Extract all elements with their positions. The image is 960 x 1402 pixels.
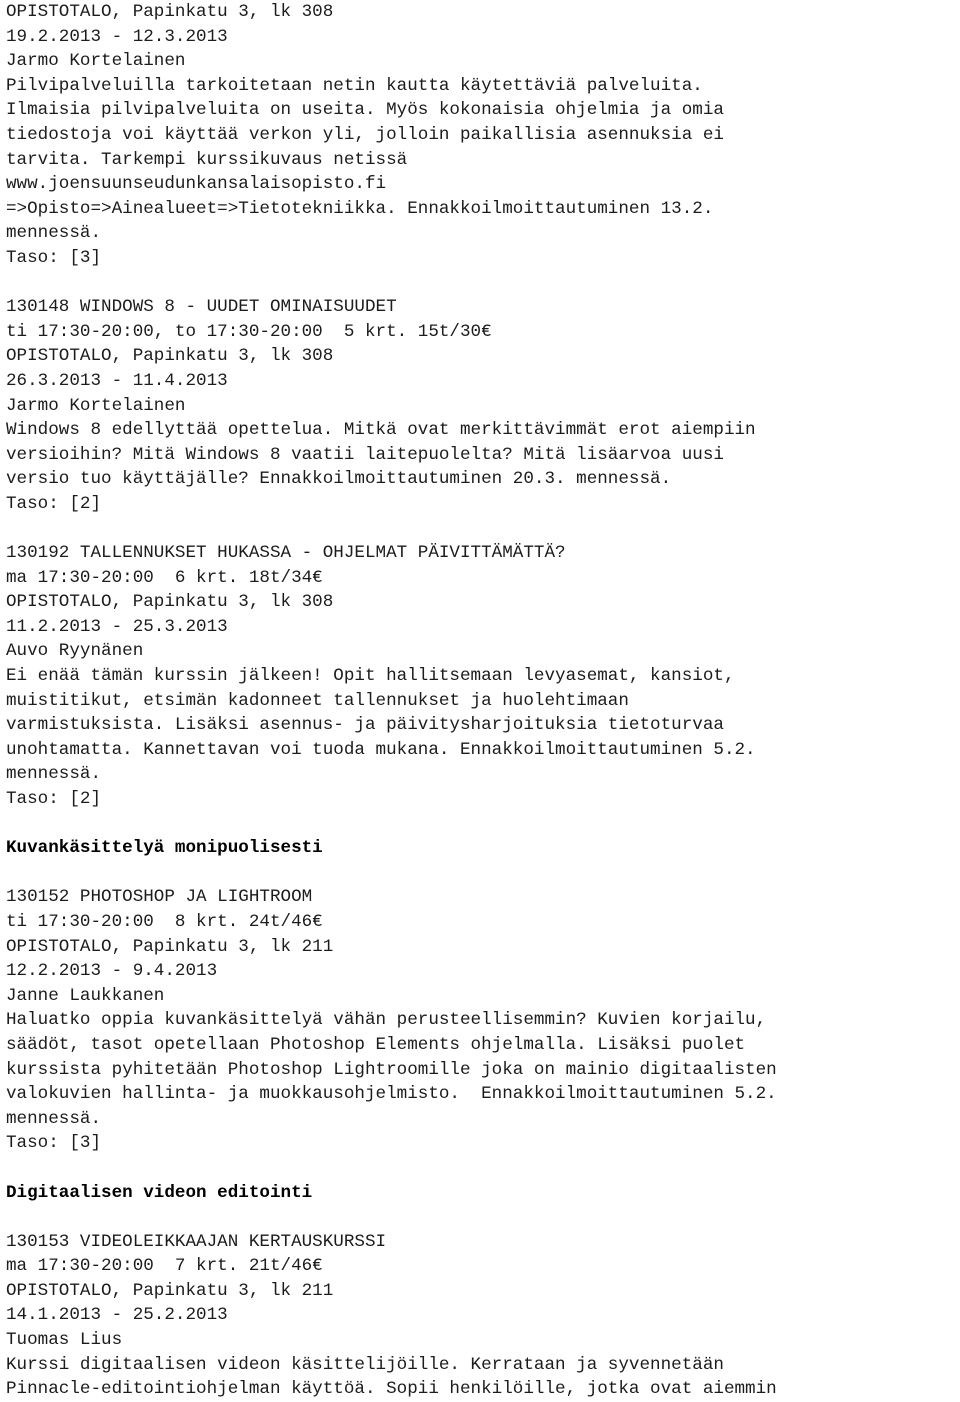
text-line: OPISTOTALO, Papinkatu 3, lk 308: [6, 346, 334, 367]
document-page: OPISTOTALO, Papinkatu 3, lk 308 19.2.2013…: [0, 0, 960, 1402]
text-line: versio tuo käyttäjälle? Ennakkoilmoittau…: [6, 469, 672, 490]
text-line: Haluatko oppia kuvankäsittelyä vähän per…: [6, 1010, 767, 1031]
section-heading: Digitaalisen videon editointi: [6, 1182, 313, 1203]
text-line: Kurssi digitaalisen videon käsittelijöil…: [6, 1354, 724, 1375]
text-line: Jarmo Kortelainen: [6, 51, 186, 72]
text-line: Janne Laukkanen: [6, 985, 165, 1006]
text-line: muistitikut, etsimän kadonneet tallennuk…: [6, 690, 629, 711]
text-line: mennessä.: [6, 223, 102, 244]
text-line: 11.2.2013 - 25.3.2013: [6, 616, 228, 637]
text-line: Pinnacle-editointiohjelman käyttöä. Sopi…: [6, 1379, 777, 1400]
text-line: Taso: [2]: [6, 789, 102, 809]
text-line: Auvo Ryynänen: [6, 641, 144, 662]
section-heading: Kuvankäsittelyä monipuolisesti: [6, 838, 323, 859]
text-line: Pilvipalveluilla tarkoitetaan netin kaut…: [6, 75, 703, 96]
text-line: Windows 8 edellyttää opettelua. Mitkä ov…: [6, 420, 756, 441]
text-line: tarvita. Tarkempi kurssikuvaus netissä: [6, 149, 408, 170]
text-line: 130148 WINDOWS 8 - UUDET OMINAISUUDET: [6, 297, 397, 318]
text-line: versioihin? Mitä Windows 8 vaatii laitep…: [6, 444, 724, 465]
text-line: OPISTOTALO, Papinkatu 3, lk 211: [6, 936, 334, 957]
text-line: OPISTOTALO, Papinkatu 3, lk 308: [6, 2, 334, 22]
text-line: ma 17:30-20:00 6 krt. 18t/34€: [6, 567, 323, 588]
text-line: unohtamatta. Kannettavan voi tuoda mukan…: [6, 739, 756, 760]
text-line: ti 17:30-20:00, to 17:30-20:00 5 krt. 15…: [6, 321, 492, 342]
text-line: 12.2.2013 - 9.4.2013: [6, 961, 218, 982]
document-body: OPISTOTALO, Papinkatu 3, lk 308 19.2.2013…: [6, 0, 960, 1402]
text-line: Taso: [3]: [6, 1133, 102, 1154]
text-line: 26.3.2013 - 11.4.2013: [6, 370, 228, 391]
text-line: Taso: [2]: [6, 493, 102, 514]
text-line: Tuomas Lius: [6, 1330, 123, 1351]
text-line: säädöt, tasot opetellaan Photoshop Eleme…: [6, 1034, 746, 1055]
text-line: 19.2.2013 - 12.3.2013: [6, 26, 228, 47]
text-line: Taso: [3]: [6, 247, 102, 268]
text-line: 130153 VIDEOLEIKKAAJAN KERTAUSKURSSI: [6, 1231, 387, 1252]
text-line: valokuvien hallinta- ja muokkausohjelmis…: [6, 1084, 777, 1105]
text-line: Ilmaisia pilvipalveluita on useita. Myös…: [6, 100, 724, 121]
text-line: 130152 PHOTOSHOP JA LIGHTROOM: [6, 887, 313, 908]
text-line: tiedostoja voi käyttää verkon yli, jollo…: [6, 124, 724, 145]
text-line: Ei enää tämän kurssin jälkeen! Opit hall…: [6, 666, 735, 687]
text-line: OPISTOTALO, Papinkatu 3, lk 211: [6, 1280, 334, 1301]
text-line: varmistuksista. Lisäksi asennus- ja päiv…: [6, 715, 724, 736]
text-line: 130192 TALLENNUKSET HUKASSA - OHJELMAT P…: [6, 543, 566, 564]
text-line: =>Opisto=>Ainealueet=>Tietotekniikka. En…: [6, 198, 714, 219]
text-line: mennessä.: [6, 1108, 102, 1129]
text-line: Jarmo Kortelainen: [6, 395, 186, 416]
text-line: mennessä.: [6, 764, 102, 785]
text-line: ma 17:30-20:00 7 krt. 21t/46€: [6, 1256, 323, 1277]
text-line: kurssista pyhitetään Photoshop Lightroom…: [6, 1059, 777, 1080]
text-line: ti 17:30-20:00 8 krt. 24t/46€: [6, 911, 323, 932]
text-line: 14.1.2013 - 25.2.2013: [6, 1305, 228, 1326]
text-line: www.joensuunseudunkansalaisopisto.fi: [6, 174, 387, 195]
text-line: OPISTOTALO, Papinkatu 3, lk 308: [6, 592, 334, 613]
